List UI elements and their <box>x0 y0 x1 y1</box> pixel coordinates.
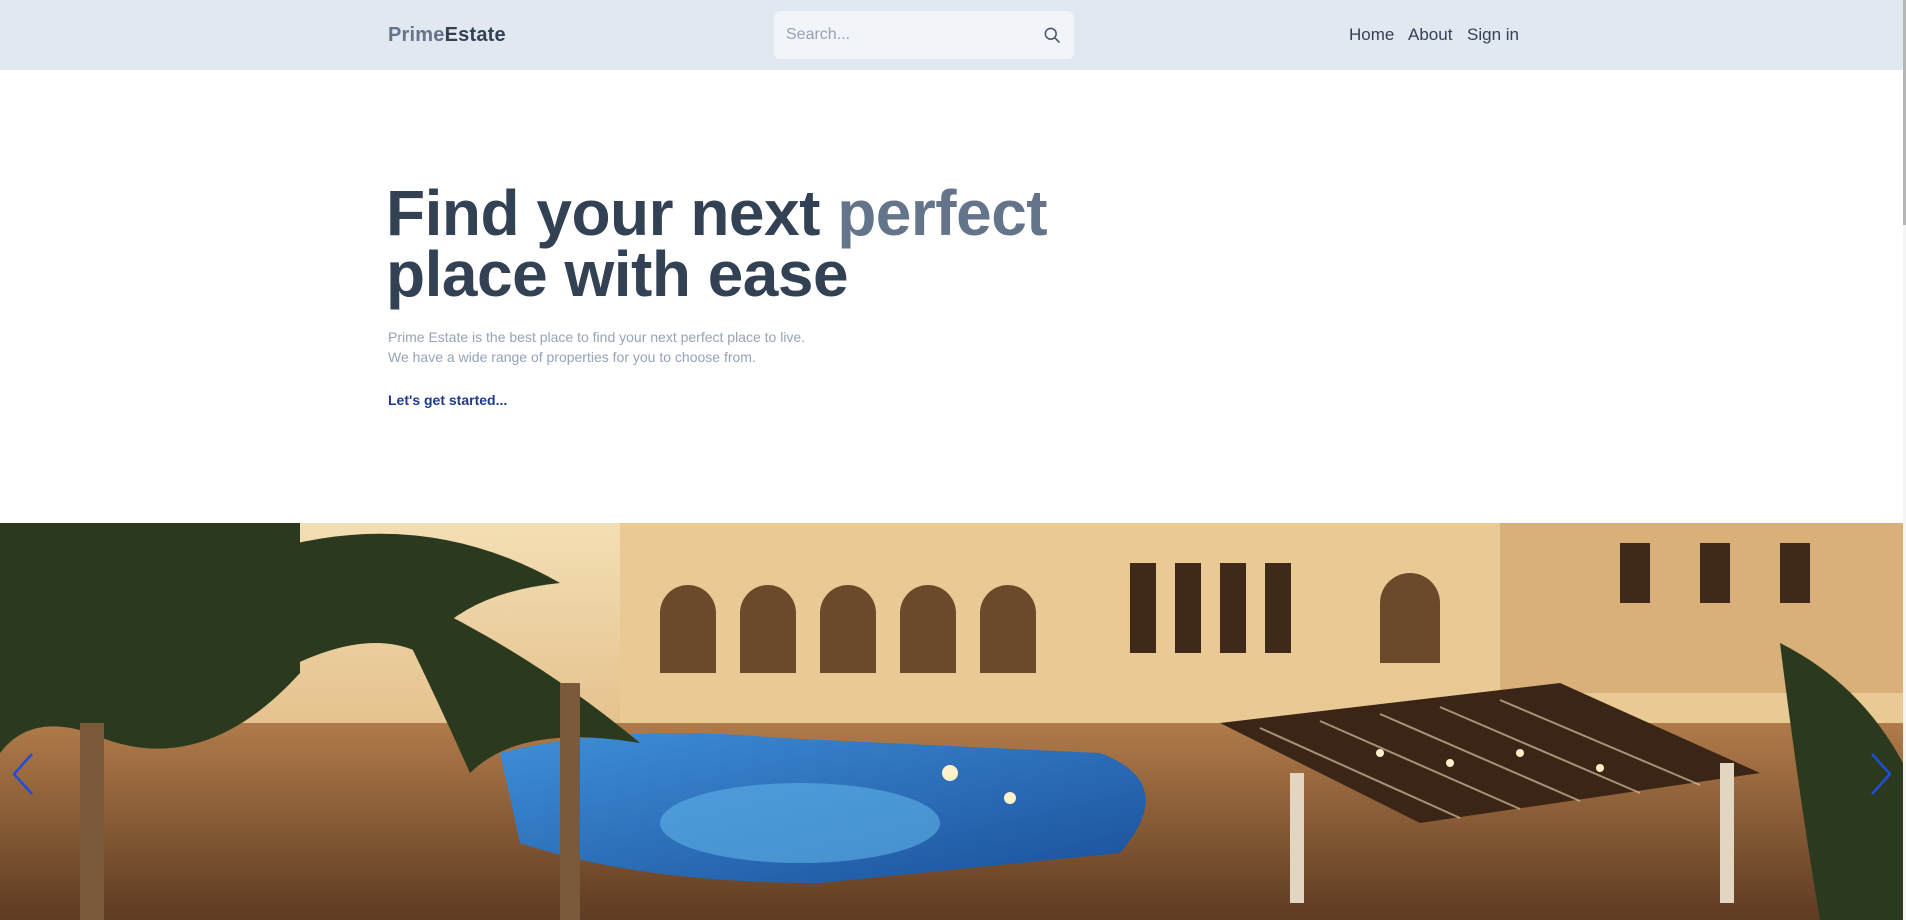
search-box <box>774 11 1074 59</box>
search-input[interactable] <box>786 11 1026 59</box>
get-started-link[interactable]: Let's get started... <box>388 392 507 408</box>
logo[interactable]: PrimeEstate <box>388 24 506 47</box>
carousel-image <box>0 523 1903 920</box>
hero-subtitle: Prime Estate is the best place to find y… <box>388 327 805 367</box>
hero-title-accent: perfect <box>837 177 1048 249</box>
villa-photo <box>0 523 1903 920</box>
hero-title-line2: place with ease <box>386 238 849 310</box>
chevron-left-icon[interactable] <box>8 750 40 798</box>
nav-home[interactable]: Home <box>1349 25 1394 45</box>
logo-secondary: Estate <box>444 24 506 46</box>
hero-subtitle-line2: We have a wide range of properties for y… <box>388 349 756 365</box>
search-icon[interactable] <box>1042 25 1062 45</box>
nav-about[interactable]: About <box>1408 25 1452 45</box>
logo-primary: Prime <box>388 24 445 46</box>
hero-subtitle-line1: Prime Estate is the best place to find y… <box>388 329 806 345</box>
site-header: PrimeEstate Home About Sign in <box>0 0 1906 70</box>
nav-sign-in[interactable]: Sign in <box>1467 25 1519 45</box>
chevron-right-icon[interactable] <box>1864 750 1896 798</box>
hero-title: Find your next perfect place with ease <box>386 181 1048 306</box>
